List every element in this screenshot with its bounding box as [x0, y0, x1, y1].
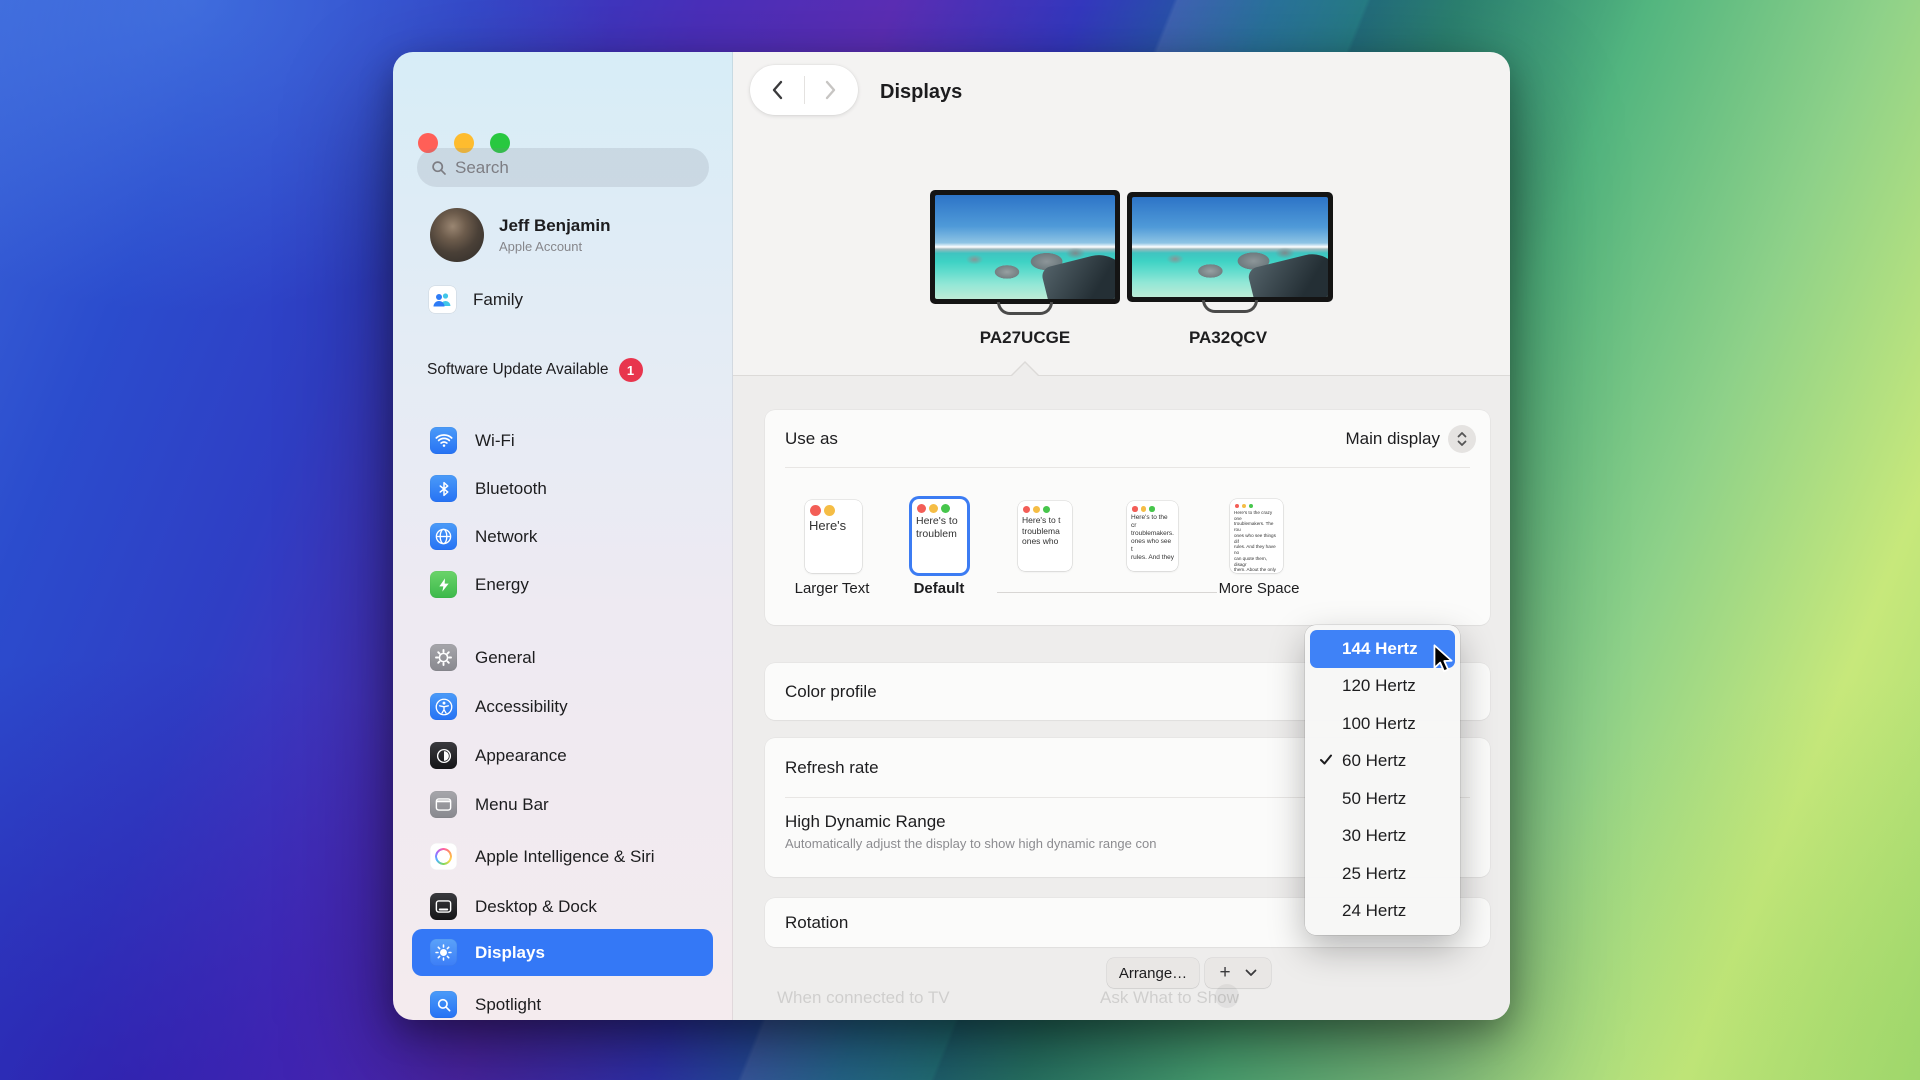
- sidebar-item-displays[interactable]: Displays: [412, 929, 713, 976]
- desktop-dock-icon: [430, 893, 457, 920]
- when-connected-to-tv-label: When connected to TV: [777, 988, 950, 1008]
- sidebar-item-wifi[interactable]: Wi-Fi: [412, 417, 713, 464]
- search-icon: [431, 160, 447, 176]
- profile-subtitle: Apple Account: [499, 239, 610, 254]
- chevron-right-icon: [825, 80, 837, 100]
- menu-item-60-hertz[interactable]: 60 Hertz: [1310, 743, 1455, 781]
- display-wallpaper-preview: [1132, 197, 1328, 297]
- display-name-label: PA32QCV: [1128, 328, 1328, 348]
- text-size-track: [997, 592, 1217, 593]
- menu-item-25-hertz[interactable]: 25 Hertz: [1310, 855, 1455, 893]
- family-icon: [429, 286, 456, 313]
- update-count-badge: 1: [619, 358, 643, 382]
- larger-text-label: Larger Text: [772, 580, 892, 597]
- color-profile-label: Color profile: [785, 682, 877, 702]
- menu-bar-icon: [430, 791, 457, 818]
- globe-icon: [430, 523, 457, 550]
- sidebar-item-desktop-dock[interactable]: Desktop & Dock: [412, 883, 713, 930]
- use-as-dropdown[interactable]: [1448, 425, 1476, 453]
- text-size-option-default[interactable]: Here's to troublem: [912, 499, 967, 573]
- apple-account-row[interactable]: Jeff Benjamin Apple Account: [430, 208, 610, 262]
- search-placeholder: Search: [455, 158, 509, 178]
- menu-item-100-hertz[interactable]: 100 Hertz: [1310, 705, 1455, 743]
- desktop: Search Jeff Benjamin Apple Account Famil…: [0, 0, 1920, 1080]
- chevron-down-icon: [1245, 969, 1257, 977]
- sidebar-item-accessibility[interactable]: Accessibility: [412, 683, 713, 730]
- more-space-label: More Space: [1199, 580, 1319, 597]
- appearance-icon: [430, 742, 457, 769]
- menu-item-24-hertz[interactable]: 24 Hertz: [1310, 893, 1455, 931]
- family-label: Family: [473, 290, 523, 310]
- use-as-label: Use as: [785, 429, 838, 449]
- displays-icon: [430, 939, 457, 966]
- nav-buttons: [750, 65, 858, 115]
- text-size-option-3[interactable]: Here's to t troublema ones who: [1018, 501, 1072, 571]
- plus-icon: +: [1219, 962, 1230, 984]
- search-input[interactable]: Search: [417, 148, 709, 187]
- chevron-left-icon: [771, 80, 783, 100]
- gear-icon: [430, 644, 457, 671]
- accessibility-icon: [430, 693, 457, 720]
- software-update-label: Software Update Available: [427, 361, 609, 379]
- sidebar-item-apple-intelligence[interactable]: Apple Intelligence & Siri: [412, 833, 713, 880]
- avatar: [430, 208, 484, 262]
- faded-stepper: [1215, 984, 1239, 1008]
- sidebar: Search Jeff Benjamin Apple Account Famil…: [393, 52, 733, 1020]
- add-display-button[interactable]: +: [1205, 958, 1271, 988]
- profile-name: Jeff Benjamin: [499, 216, 610, 236]
- display-name-label: PA27UCGE: [925, 328, 1125, 348]
- sidebar-item-energy[interactable]: Energy: [412, 561, 713, 608]
- default-label: Default: [879, 580, 999, 597]
- bluetooth-icon: [430, 475, 457, 502]
- apple-intelligence-icon: [430, 843, 457, 870]
- rotation-label: Rotation: [785, 913, 848, 933]
- mouse-cursor: [1432, 644, 1456, 674]
- chevron-up-down-icon: [1457, 431, 1467, 447]
- checkmark-icon: [1319, 753, 1333, 766]
- sidebar-item-bluetooth[interactable]: Bluetooth: [412, 465, 713, 512]
- arrange-button[interactable]: Arrange…: [1107, 958, 1199, 988]
- wifi-icon: [430, 427, 457, 454]
- text-size-option-4[interactable]: Here's to the cr troublemakers. ones who…: [1127, 501, 1178, 571]
- sidebar-item-software-update[interactable]: Software Update Available 1: [427, 358, 643, 382]
- sidebar-item-menu-bar[interactable]: Menu Bar: [412, 781, 713, 828]
- menu-item-50-hertz[interactable]: 50 Hertz: [1310, 780, 1455, 818]
- refresh-rate-label: Refresh rate: [785, 758, 879, 778]
- display-thumbnail-pa27ucge[interactable]: [930, 190, 1120, 304]
- page-title: Displays: [880, 81, 962, 104]
- sidebar-item-appearance[interactable]: Appearance: [412, 732, 713, 779]
- display-thumbnail-pa32qcv[interactable]: [1127, 192, 1333, 302]
- sidebar-item-network[interactable]: Network: [412, 513, 713, 560]
- spotlight-icon: [430, 991, 457, 1018]
- menu-item-30-hertz[interactable]: 30 Hertz: [1310, 818, 1455, 856]
- text-size-option-more-space[interactable]: Here's to the crazy one troublemakers. T…: [1230, 499, 1283, 573]
- sidebar-item-spotlight[interactable]: Spotlight: [412, 981, 713, 1020]
- forward-button[interactable]: [805, 65, 859, 115]
- bolt-icon: [430, 571, 457, 598]
- display-wallpaper-preview: [935, 195, 1115, 299]
- sidebar-item-family[interactable]: Family: [429, 286, 523, 313]
- use-as-value: Main display: [1346, 429, 1441, 449]
- sidebar-item-general[interactable]: General: [412, 634, 713, 681]
- text-size-option-larger-text[interactable]: Here's: [805, 500, 862, 573]
- back-button[interactable]: [750, 65, 804, 115]
